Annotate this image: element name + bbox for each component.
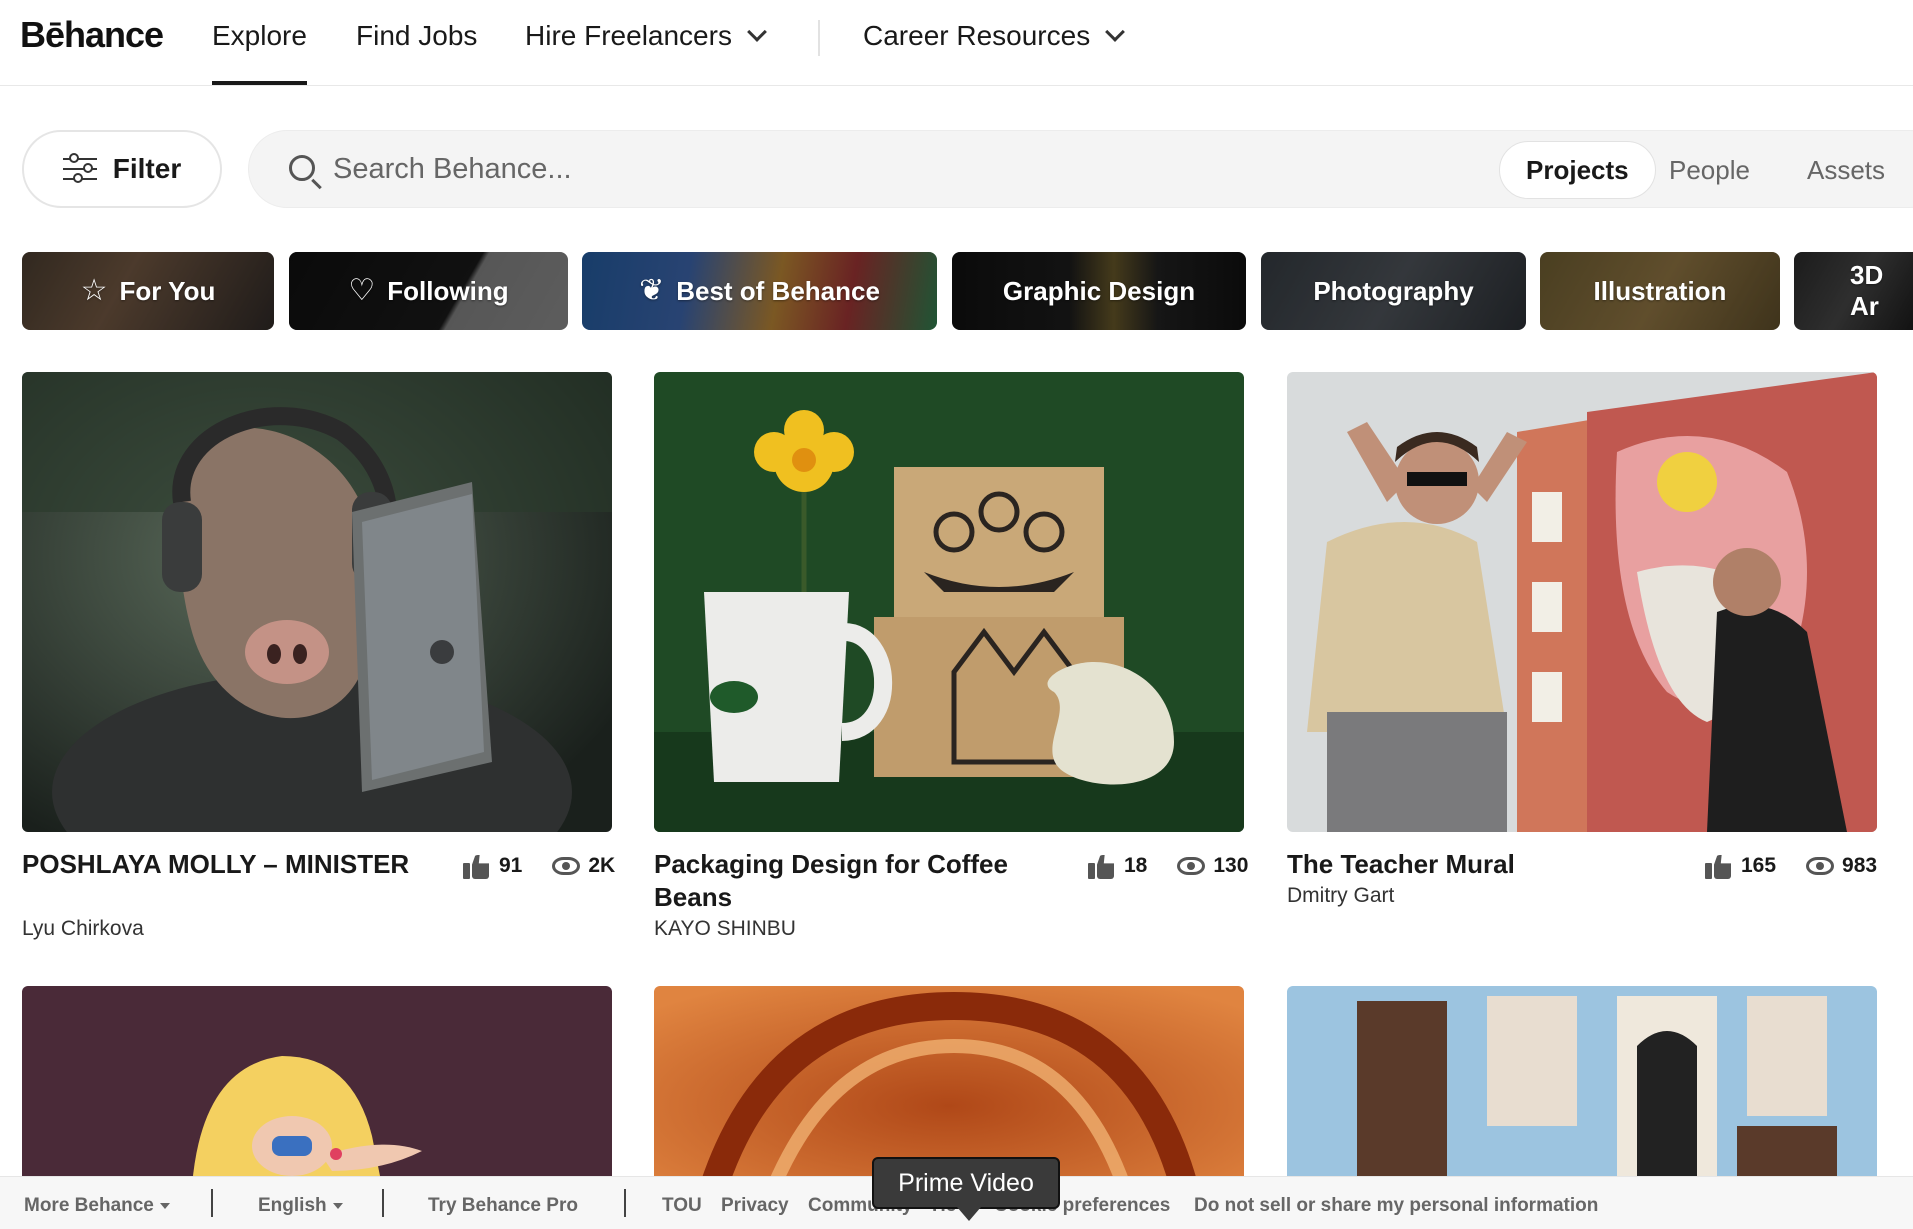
- like-count: 91: [499, 854, 523, 877]
- nav-find-jobs-label: Find Jobs: [356, 20, 478, 51]
- heart-icon: ♡: [348, 274, 376, 307]
- footer-tou[interactable]: TOU: [662, 1195, 702, 1217]
- tooltip: Prime Video: [872, 1157, 1060, 1221]
- top-nav: Bēhance Explore Find Jobs Hire Freelance…: [0, 0, 1913, 86]
- nav-explore-label: Explore: [212, 20, 307, 51]
- project-owner[interactable]: Dmitry Gart: [1287, 884, 1394, 908]
- category-graphic-design-label: Graphic Design: [1002, 275, 1196, 306]
- segment-projects[interactable]: Projects: [1499, 141, 1656, 199]
- project-thumbnail-art: [22, 986, 612, 1186]
- project-stats: 91 2K: [463, 853, 615, 879]
- chevron-down-icon: [1105, 22, 1126, 42]
- eye-icon: [552, 857, 581, 875]
- filter-label: Filter: [112, 153, 182, 184]
- nav-career-resources-label: Career Resources: [863, 20, 1091, 51]
- project-thumbnail-art: [1287, 372, 1877, 832]
- nav-career-resources[interactable]: Career Resources: [863, 20, 1126, 52]
- caret-down-icon: [332, 1202, 343, 1209]
- footer-separator: [624, 1189, 626, 1217]
- category-best-of-behance[interactable]: ❦ Best of Behance: [582, 252, 937, 330]
- nav-explore[interactable]: Explore: [212, 20, 307, 85]
- segment-people[interactable]: People: [1643, 141, 1776, 199]
- footer-more-label: More Behance: [24, 1195, 154, 1216]
- project-title[interactable]: The Teacher Mural: [1287, 848, 1707, 881]
- category-illustration-label: Illustration: [1593, 275, 1727, 306]
- filter-button[interactable]: Filter: [22, 130, 222, 208]
- project-thumbnail-art: [654, 372, 1244, 832]
- view-count: 2K: [588, 854, 616, 877]
- category-illustration[interactable]: Illustration: [1540, 252, 1780, 330]
- project-thumbnail-art: [654, 986, 1244, 1186]
- project-owner[interactable]: KAYO SHINBU: [654, 917, 796, 941]
- behance-logo[interactable]: Bēhance: [20, 14, 164, 56]
- category-photography[interactable]: Photography: [1261, 252, 1526, 330]
- segment-people-label: People: [1669, 154, 1750, 185]
- star-icon: ☆: [80, 274, 108, 307]
- nav-find-jobs[interactable]: Find Jobs: [356, 20, 477, 52]
- category-following[interactable]: ♡ Following: [289, 252, 568, 330]
- eye-icon: [1806, 857, 1835, 875]
- footer-separator: [382, 1189, 384, 1217]
- footer-try-pro[interactable]: Try Behance Pro: [428, 1195, 578, 1217]
- view-count: 983: [1842, 854, 1878, 877]
- like-count: 165: [1741, 854, 1777, 877]
- segment-assets[interactable]: Assets: [1781, 141, 1911, 199]
- project-thumbnail[interactable]: [654, 986, 1244, 1186]
- project-stats: 165 983: [1705, 853, 1877, 879]
- search-icon: [289, 155, 315, 181]
- project-thumbnail-teacher-mural[interactable]: [1287, 372, 1877, 832]
- view-count: 130: [1213, 854, 1249, 877]
- category-3d-art-label: 3D Ar: [1850, 260, 1884, 321]
- search-bar: Projects People Assets: [248, 130, 1913, 208]
- project-title[interactable]: POSHLAYA MOLLY – MINISTER: [22, 848, 442, 881]
- thumbs-up-icon: [463, 853, 491, 879]
- category-for-you-label: For You: [119, 275, 216, 306]
- project-thumbnail[interactable]: [22, 986, 612, 1186]
- footer-privacy[interactable]: Privacy: [721, 1195, 789, 1217]
- sliders-icon: [62, 153, 97, 184]
- segment-projects-label: Projects: [1526, 154, 1629, 185]
- nav-divider: [818, 20, 820, 56]
- eye-icon: [1177, 857, 1206, 875]
- category-following-label: Following: [387, 275, 509, 306]
- category-best-of-behance-label: Best of Behance: [676, 275, 880, 306]
- caret-down-icon: [159, 1202, 170, 1209]
- segment-assets-label: Assets: [1807, 154, 1886, 185]
- nav-hire-freelancers[interactable]: Hire Freelancers: [525, 20, 767, 52]
- thumbs-up-icon: [1088, 853, 1116, 879]
- search-input[interactable]: [333, 145, 1433, 193]
- project-thumbnail-packaging-coffee[interactable]: [654, 372, 1244, 832]
- category-graphic-design[interactable]: Graphic Design: [952, 252, 1246, 330]
- footer-more-behance[interactable]: More Behance: [24, 1195, 170, 1217]
- project-title[interactable]: Packaging Design for Coffee Beans: [654, 848, 1074, 914]
- project-stats: 18 130: [1088, 853, 1248, 879]
- footer-separator: [211, 1189, 213, 1217]
- like-count: 18: [1124, 854, 1148, 877]
- nav-hire-freelancers-label: Hire Freelancers: [525, 20, 732, 51]
- thumbs-up-icon: [1705, 853, 1733, 879]
- project-thumbnail-art: [22, 372, 612, 832]
- category-photography-label: Photography: [1313, 275, 1474, 306]
- project-thumbnail-poshlaya-molly[interactable]: [22, 372, 612, 832]
- project-owner[interactable]: Lyu Chirkova: [22, 917, 144, 941]
- category-3d-art[interactable]: 3D Ar: [1794, 252, 1913, 330]
- footer-language[interactable]: English: [258, 1195, 343, 1217]
- project-thumbnail[interactable]: [1287, 986, 1877, 1186]
- footer-language-label: English: [258, 1195, 327, 1216]
- laurel-icon: ❦: [639, 274, 665, 307]
- chevron-down-icon: [747, 22, 767, 42]
- project-thumbnail-art: [1287, 986, 1877, 1186]
- category-for-you[interactable]: ☆ For You: [22, 252, 274, 330]
- footer-do-not-sell[interactable]: Do not sell or share my personal informa…: [1194, 1195, 1598, 1217]
